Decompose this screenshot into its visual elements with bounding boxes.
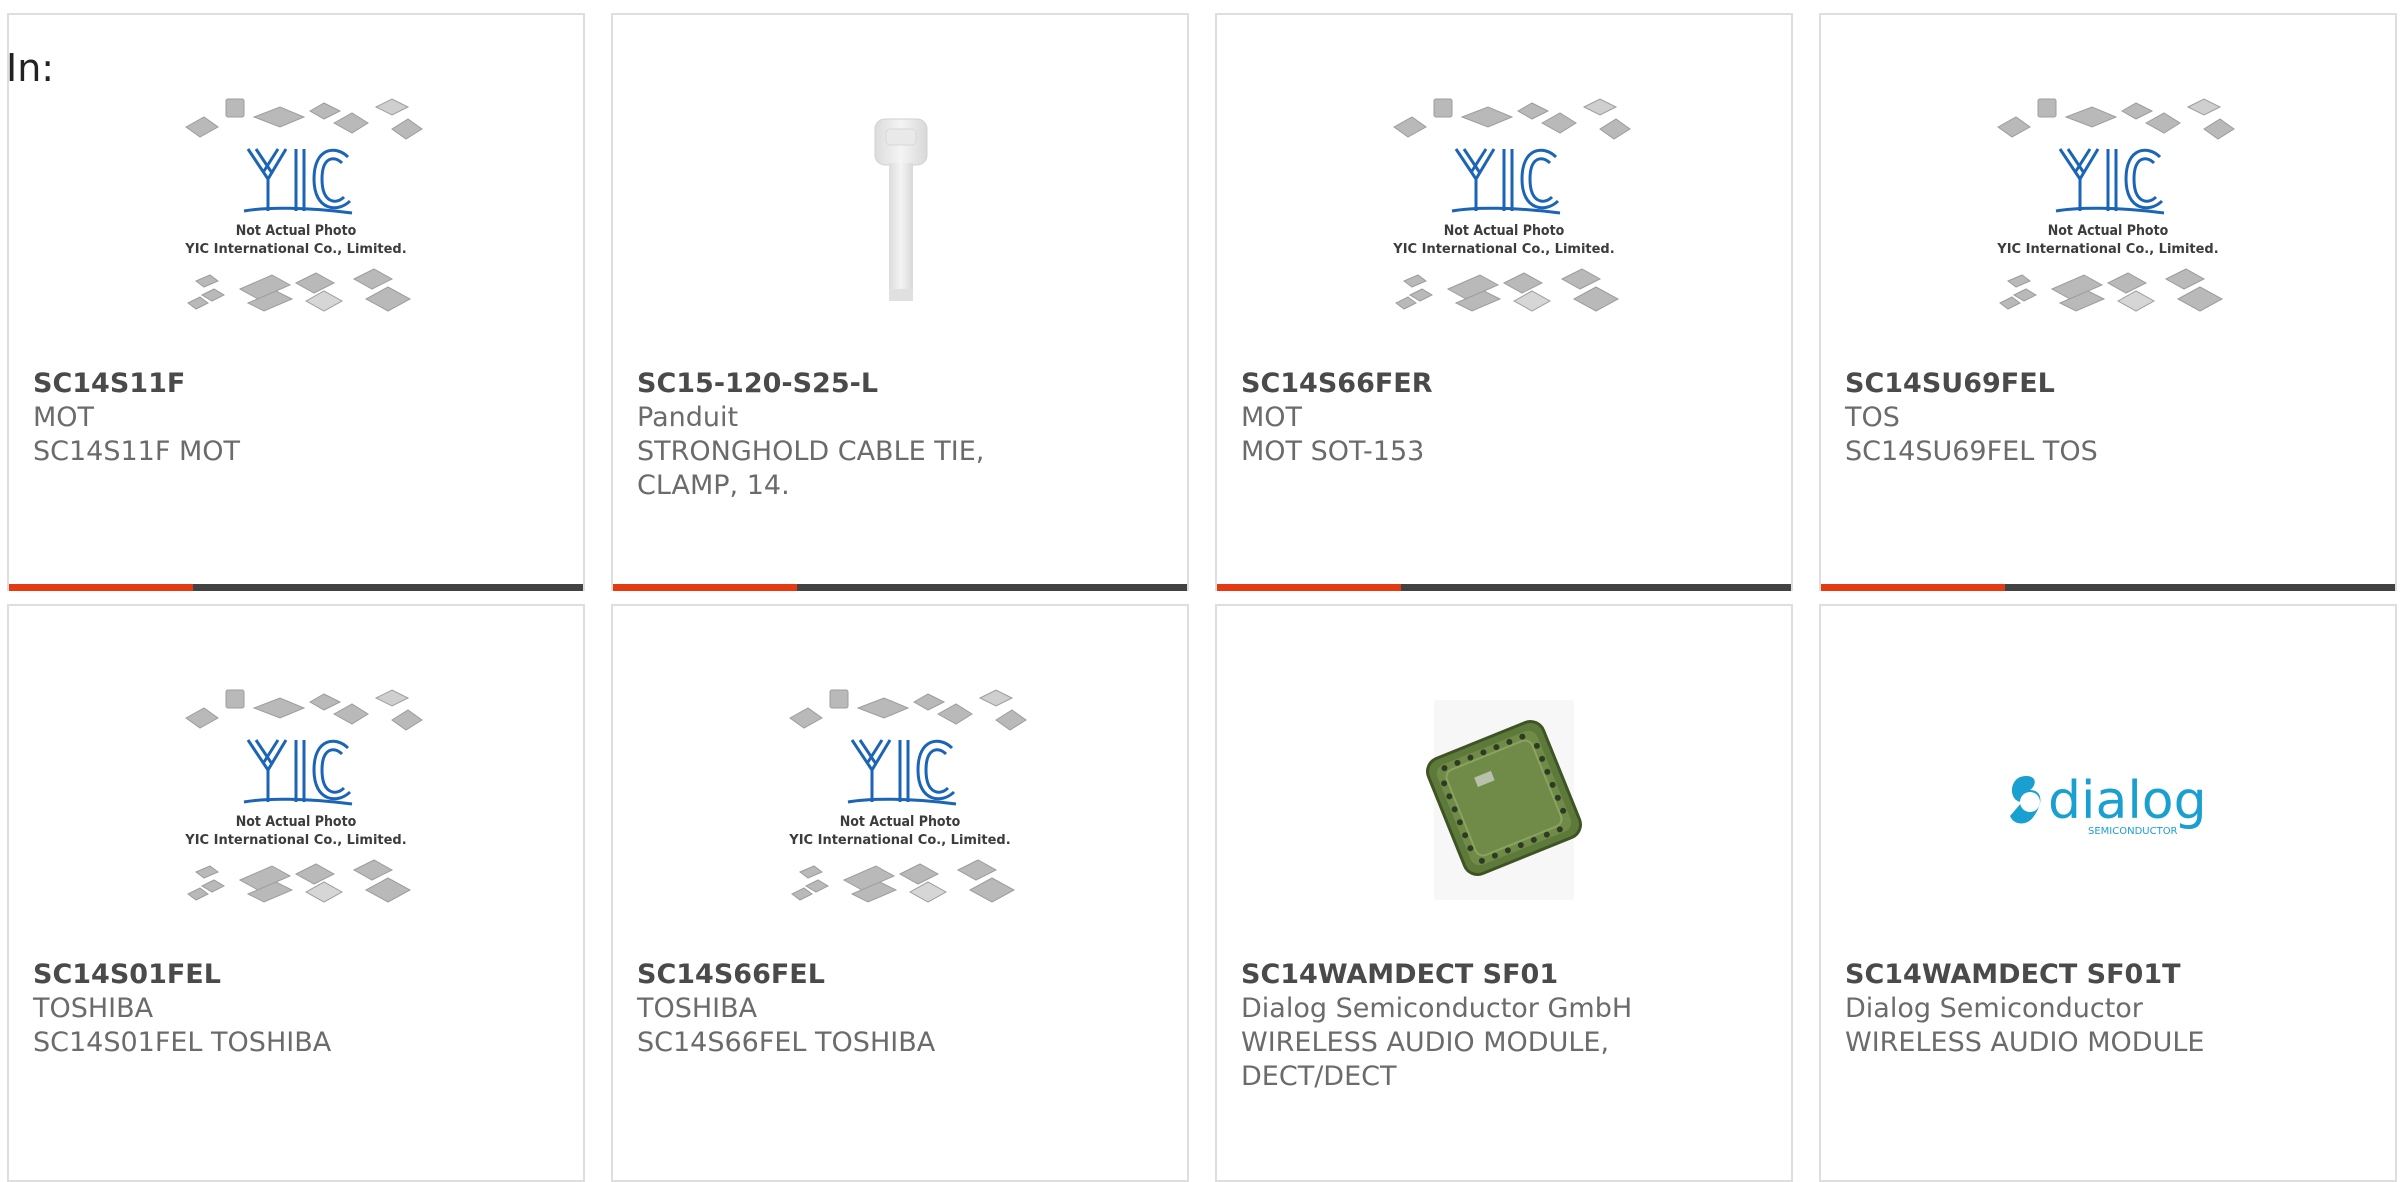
- product-card[interactable]: SC15-120-S25-L Panduit STRONGHOLD CABLE …: [611, 13, 1189, 591]
- search-scope-label: In:: [6, 46, 55, 90]
- card-accent-bar: [613, 584, 1187, 591]
- part-number-link[interactable]: SC14S11F: [33, 367, 543, 401]
- product-card[interactable]: SC14S66FEL TOSHIBA SC14S66FEL TOSHIBA: [611, 604, 1189, 1182]
- product-image[interactable]: [1217, 89, 1791, 355]
- product-card[interactable]: SC14WAMDECT SF01 Dialog Semiconductor Gm…: [1215, 604, 1793, 1182]
- part-number-link[interactable]: SC14S01FEL: [33, 958, 543, 992]
- dialog-semiconductor-logo: dialog SEMICONDUCTOR: [2010, 771, 2207, 837]
- part-number-link[interactable]: SC14WAMDECT SF01T: [1845, 958, 2355, 992]
- not-actual-photo-placeholder-icon: [182, 688, 424, 904]
- product-image[interactable]: [613, 89, 1187, 355]
- product-description: WIRELESS AUDIO MODULE: [1845, 1027, 2205, 1058]
- manufacturer-name: MOT: [1241, 402, 1303, 433]
- product-description: SC14S66FEL TOSHIBA: [637, 1027, 936, 1058]
- product-image[interactable]: [9, 680, 583, 946]
- card-accent-bar: [9, 584, 583, 591]
- product-description: STRONGHOLD CABLE TIE, CLAMP, 14.: [637, 436, 985, 501]
- product-image[interactable]: [1821, 89, 2395, 355]
- product-image[interactable]: [1217, 680, 1791, 946]
- not-actual-photo-placeholder-icon: [182, 97, 424, 313]
- product-card[interactable]: SC14SU69FEL TOS SC14SU69FEL TOS: [1819, 13, 2397, 591]
- svg-text:SEMICONDUCTOR: SEMICONDUCTOR: [2088, 826, 2178, 837]
- product-description: WIRELESS AUDIO MODULE, DECT/DECT: [1241, 1027, 1610, 1092]
- manufacturer-name: TOSHIBA: [637, 993, 758, 1024]
- product-card[interactable]: dialog SEMICONDUCTOR SC14WAMDECT SF01T D…: [1819, 604, 2397, 1182]
- product-card[interactable]: SC14S66FER MOT MOT SOT-153: [1215, 13, 1793, 591]
- part-number-link[interactable]: SC14S66FEL: [637, 958, 1147, 992]
- wireless-module-chip-icon: [1426, 700, 1582, 900]
- product-card[interactable]: SC14S01FEL TOSHIBA SC14S01FEL TOSHIBA: [7, 604, 585, 1182]
- manufacturer-name: Panduit: [637, 402, 739, 433]
- product-image[interactable]: dialog SEMICONDUCTOR: [1821, 680, 2395, 946]
- product-description: SC14S01FEL TOSHIBA: [33, 1027, 332, 1058]
- part-number-link[interactable]: SC14SU69FEL: [1845, 367, 2355, 401]
- not-actual-photo-placeholder-icon: [786, 688, 1028, 904]
- product-image[interactable]: [9, 89, 583, 355]
- svg-text:dialog: dialog: [2048, 771, 2207, 831]
- part-number-link[interactable]: SC15-120-S25-L: [637, 367, 1147, 401]
- part-number-link[interactable]: SC14S66FER: [1241, 367, 1751, 401]
- product-description: SC14S11F MOT: [33, 436, 240, 467]
- card-accent-bar: [1217, 584, 1791, 591]
- manufacturer-name: Dialog Semiconductor: [1845, 993, 2143, 1024]
- manufacturer-name: MOT: [33, 402, 95, 433]
- product-description: MOT SOT-153: [1241, 436, 1425, 467]
- manufacturer-name: Dialog Semiconductor GmbH: [1241, 993, 1633, 1024]
- product-grid: SC14S11F MOT SC14S11F MOT SC15-120-S25-L…: [0, 0, 2400, 1182]
- part-number-link[interactable]: SC14WAMDECT SF01: [1241, 958, 1751, 992]
- manufacturer-name: TOSHIBA: [33, 993, 154, 1024]
- product-image[interactable]: [613, 680, 1187, 946]
- not-actual-photo-placeholder-icon: [1390, 97, 1632, 313]
- cable-tie-icon: [874, 118, 928, 301]
- manufacturer-name: TOS: [1845, 402, 1900, 433]
- card-accent-bar: [1821, 584, 2395, 591]
- product-description: SC14SU69FEL TOS: [1845, 436, 2098, 467]
- not-actual-photo-placeholder-icon: [1994, 97, 2236, 313]
- product-card[interactable]: SC14S11F MOT SC14S11F MOT: [7, 13, 585, 591]
